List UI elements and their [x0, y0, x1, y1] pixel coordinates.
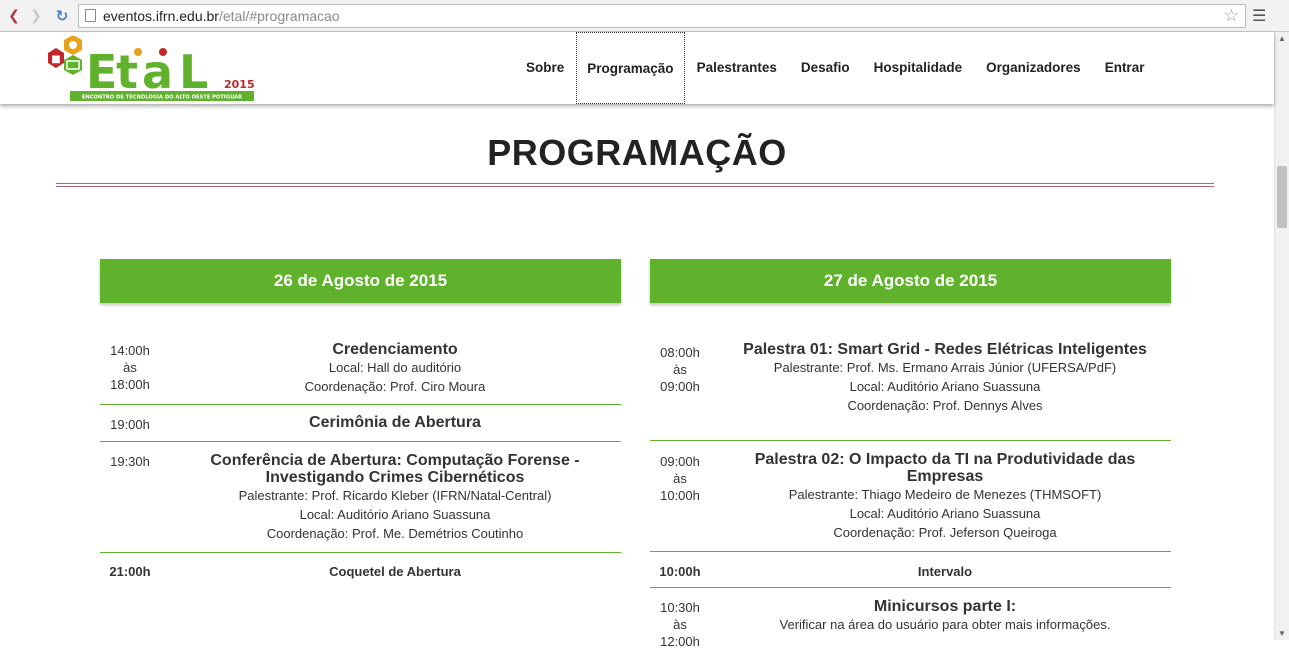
page-icon — [85, 9, 96, 22]
schedule-item: 19:30h Conferência de Abertura: Computaç… — [100, 442, 621, 553]
item-local: Local: Auditório Ariano Suassuna — [849, 506, 1041, 521]
item-title: Palestra 01: Smart Grid - Redes Elétrica… — [743, 341, 1147, 358]
item-body: Credenciamento Local: Hall do auditório … — [172, 341, 618, 396]
item-palestrante: Palestrante: Thiago Medeiro de Menezes (… — [788, 487, 1102, 502]
day-column-26-agosto: 26 de Agosto de 2015 14:00h às 18:00h Cr… — [100, 259, 621, 579]
nav-sobre[interactable]: Sobre — [514, 32, 576, 104]
schedule-item: 14:00h às 18:00h Credenciamento Local: H… — [100, 341, 621, 405]
item-time: 08:00h às 09:00h — [650, 344, 710, 395]
svg-text:■: ■ — [51, 54, 60, 65]
time-end: 10:00h — [660, 488, 700, 503]
svg-text:E: E — [86, 45, 118, 99]
bookmark-star-icon[interactable]: ☆ — [1224, 6, 1239, 26]
item-title: Conferência de Abertura: Computação Fore… — [210, 452, 580, 486]
time-start: 10:30h — [660, 600, 700, 615]
nav-entrar[interactable]: Entrar — [1093, 32, 1157, 104]
item-time: 10:00h — [659, 564, 701, 579]
schedule-item: 10:00h Intervalo — [650, 552, 1171, 588]
item-coordenacao: Coordenação: Prof. Me. Demétrios Coutinh… — [266, 526, 524, 541]
schedule-item: 21:00h Coquetel de Abertura — [100, 553, 621, 589]
day-column-27-agosto: 27 de Agosto de 2015 08:00h às 09:00h Pa… — [650, 259, 1171, 649]
item-title: Intervalo — [917, 564, 973, 579]
time-end: 12:00h — [660, 634, 700, 649]
item-title: Cerimônia de Abertura — [309, 414, 481, 431]
url-host: eventos.ifrn.edu.br — [103, 7, 219, 24]
item-local: Local: Auditório Ariano Suassuna — [849, 379, 1041, 394]
time-end: 09:00h — [660, 379, 700, 394]
svg-text:L: L — [179, 45, 208, 99]
address-bar[interactable]: eventos.ifrn.edu.br/etal/#programacao ☆ — [78, 3, 1246, 28]
scroll-up-arrow-icon[interactable]: ▲ — [1278, 34, 1286, 43]
item-time: 19:30h — [110, 454, 150, 469]
time-start: 08:00h — [660, 345, 700, 360]
nav-hospitalidade[interactable]: Hospitalidade — [862, 32, 975, 104]
back-icon[interactable]: ❮ — [4, 6, 24, 26]
url-path: /etal/#programacao — [218, 7, 340, 24]
item-title: Palestra 02: O Impacto da TI na Produtiv… — [754, 451, 1136, 485]
title-divider-lower — [56, 186, 1214, 187]
scrollbar-thumb[interactable] — [1277, 166, 1287, 228]
item-body: Cerimônia de Abertura — [172, 414, 618, 431]
item-title: Minicursos parte I: — [873, 598, 1017, 615]
item-coordenacao: Coordenação: Prof. Dennys Alves — [847, 398, 1043, 413]
site-header: ■ E t a L 2015 ENCONTRO DE TECNOLOGIA DO… — [0, 32, 1274, 104]
item-coordenacao: Coordenação: Prof. Jeferson Queiroga — [833, 525, 1057, 540]
item-time: 21:00h — [109, 564, 151, 579]
scroll-down-arrow-icon[interactable]: ▼ — [1278, 629, 1286, 638]
nav-desafio[interactable]: Desafio — [789, 32, 862, 104]
item-time: 19:00h — [110, 417, 150, 432]
title-divider — [56, 183, 1214, 184]
item-palestrante: Palestrante: Prof. Ricardo Kleber (IFRN/… — [238, 488, 552, 503]
item-local: Local: Hall do auditório — [328, 360, 462, 375]
forward-icon[interactable]: ❯ — [26, 6, 46, 26]
item-local: Local: Auditório Ariano Suassuna — [299, 507, 491, 522]
svg-text:ENCONTRO DE TECNOLOGIA DO ALTO: ENCONTRO DE TECNOLOGIA DO ALTO OESTE POT… — [82, 95, 242, 101]
time-sep: às — [673, 617, 687, 632]
item-body: Intervalo — [722, 563, 1168, 580]
item-time: 10:30h às 12:00h — [650, 599, 710, 650]
svg-text:a: a — [142, 45, 173, 99]
time-sep: às — [673, 471, 687, 486]
main-nav: Sobre Programação Palestrantes Desafio H… — [514, 32, 1156, 104]
item-title: Coquetel de Abertura — [329, 564, 461, 579]
page-title: PROGRAMAÇÃO — [487, 132, 787, 173]
reload-icon[interactable]: ↻ — [52, 6, 72, 26]
time-sep: às — [673, 362, 687, 377]
nav-programacao[interactable]: Programação — [576, 32, 685, 104]
item-time: 09:00h às 10:00h — [650, 453, 710, 504]
day-header: 26 de Agosto de 2015 — [100, 259, 621, 303]
item-time: 14:00h às 18:00h — [100, 342, 160, 393]
schedule-item: 09:00h às 10:00h Palestra 02: O Impacto … — [650, 441, 1171, 552]
etal-logo[interactable]: ■ E t a L 2015 ENCONTRO DE TECNOLOGIA DO… — [34, 36, 264, 102]
time-end: 18:00h — [110, 377, 150, 392]
time-sep: às — [123, 360, 137, 375]
item-body: Minicursos parte I: Verificar na área do… — [722, 598, 1168, 634]
time-start: 09:00h — [660, 454, 700, 469]
item-title: Credenciamento — [332, 341, 458, 358]
item-body: Palestra 01: Smart Grid - Redes Elétrica… — [722, 341, 1168, 415]
nav-organizadores[interactable]: Organizadores — [974, 32, 1093, 104]
schedule-item: 19:00h Cerimônia de Abertura — [100, 405, 621, 442]
day-header: 27 de Agosto de 2015 — [650, 259, 1171, 303]
item-body: Palestra 02: O Impacto da TI na Produtiv… — [722, 451, 1168, 542]
item-body: Conferência de Abertura: Computação Fore… — [172, 452, 618, 543]
browser-menu-icon[interactable]: ☰ — [1252, 6, 1266, 26]
item-body: Coquetel de Abertura — [172, 563, 618, 580]
item-info: Verificar na área do usuário para obter … — [779, 617, 1111, 632]
schedule-item: 08:00h às 09:00h Palestra 01: Smart Grid… — [650, 341, 1171, 441]
item-coordenacao: Coordenação: Prof. Ciro Moura — [304, 379, 486, 394]
page-scrollbar[interactable]: ▲ ▼ — [1274, 32, 1289, 640]
browser-toolbar: ❮ ❯ ↻ eventos.ifrn.edu.br/etal/#programa… — [0, 0, 1289, 32]
schedule-item: 10:30h às 12:00h Minicursos parte I: Ver… — [650, 588, 1171, 650]
nav-palestrantes[interactable]: Palestrantes — [685, 32, 789, 104]
svg-text:2015: 2015 — [224, 78, 255, 91]
item-palestrante: Palestrante: Prof. Ms. Ermano Arrais Jún… — [773, 360, 1117, 375]
time-start: 14:00h — [110, 343, 150, 358]
